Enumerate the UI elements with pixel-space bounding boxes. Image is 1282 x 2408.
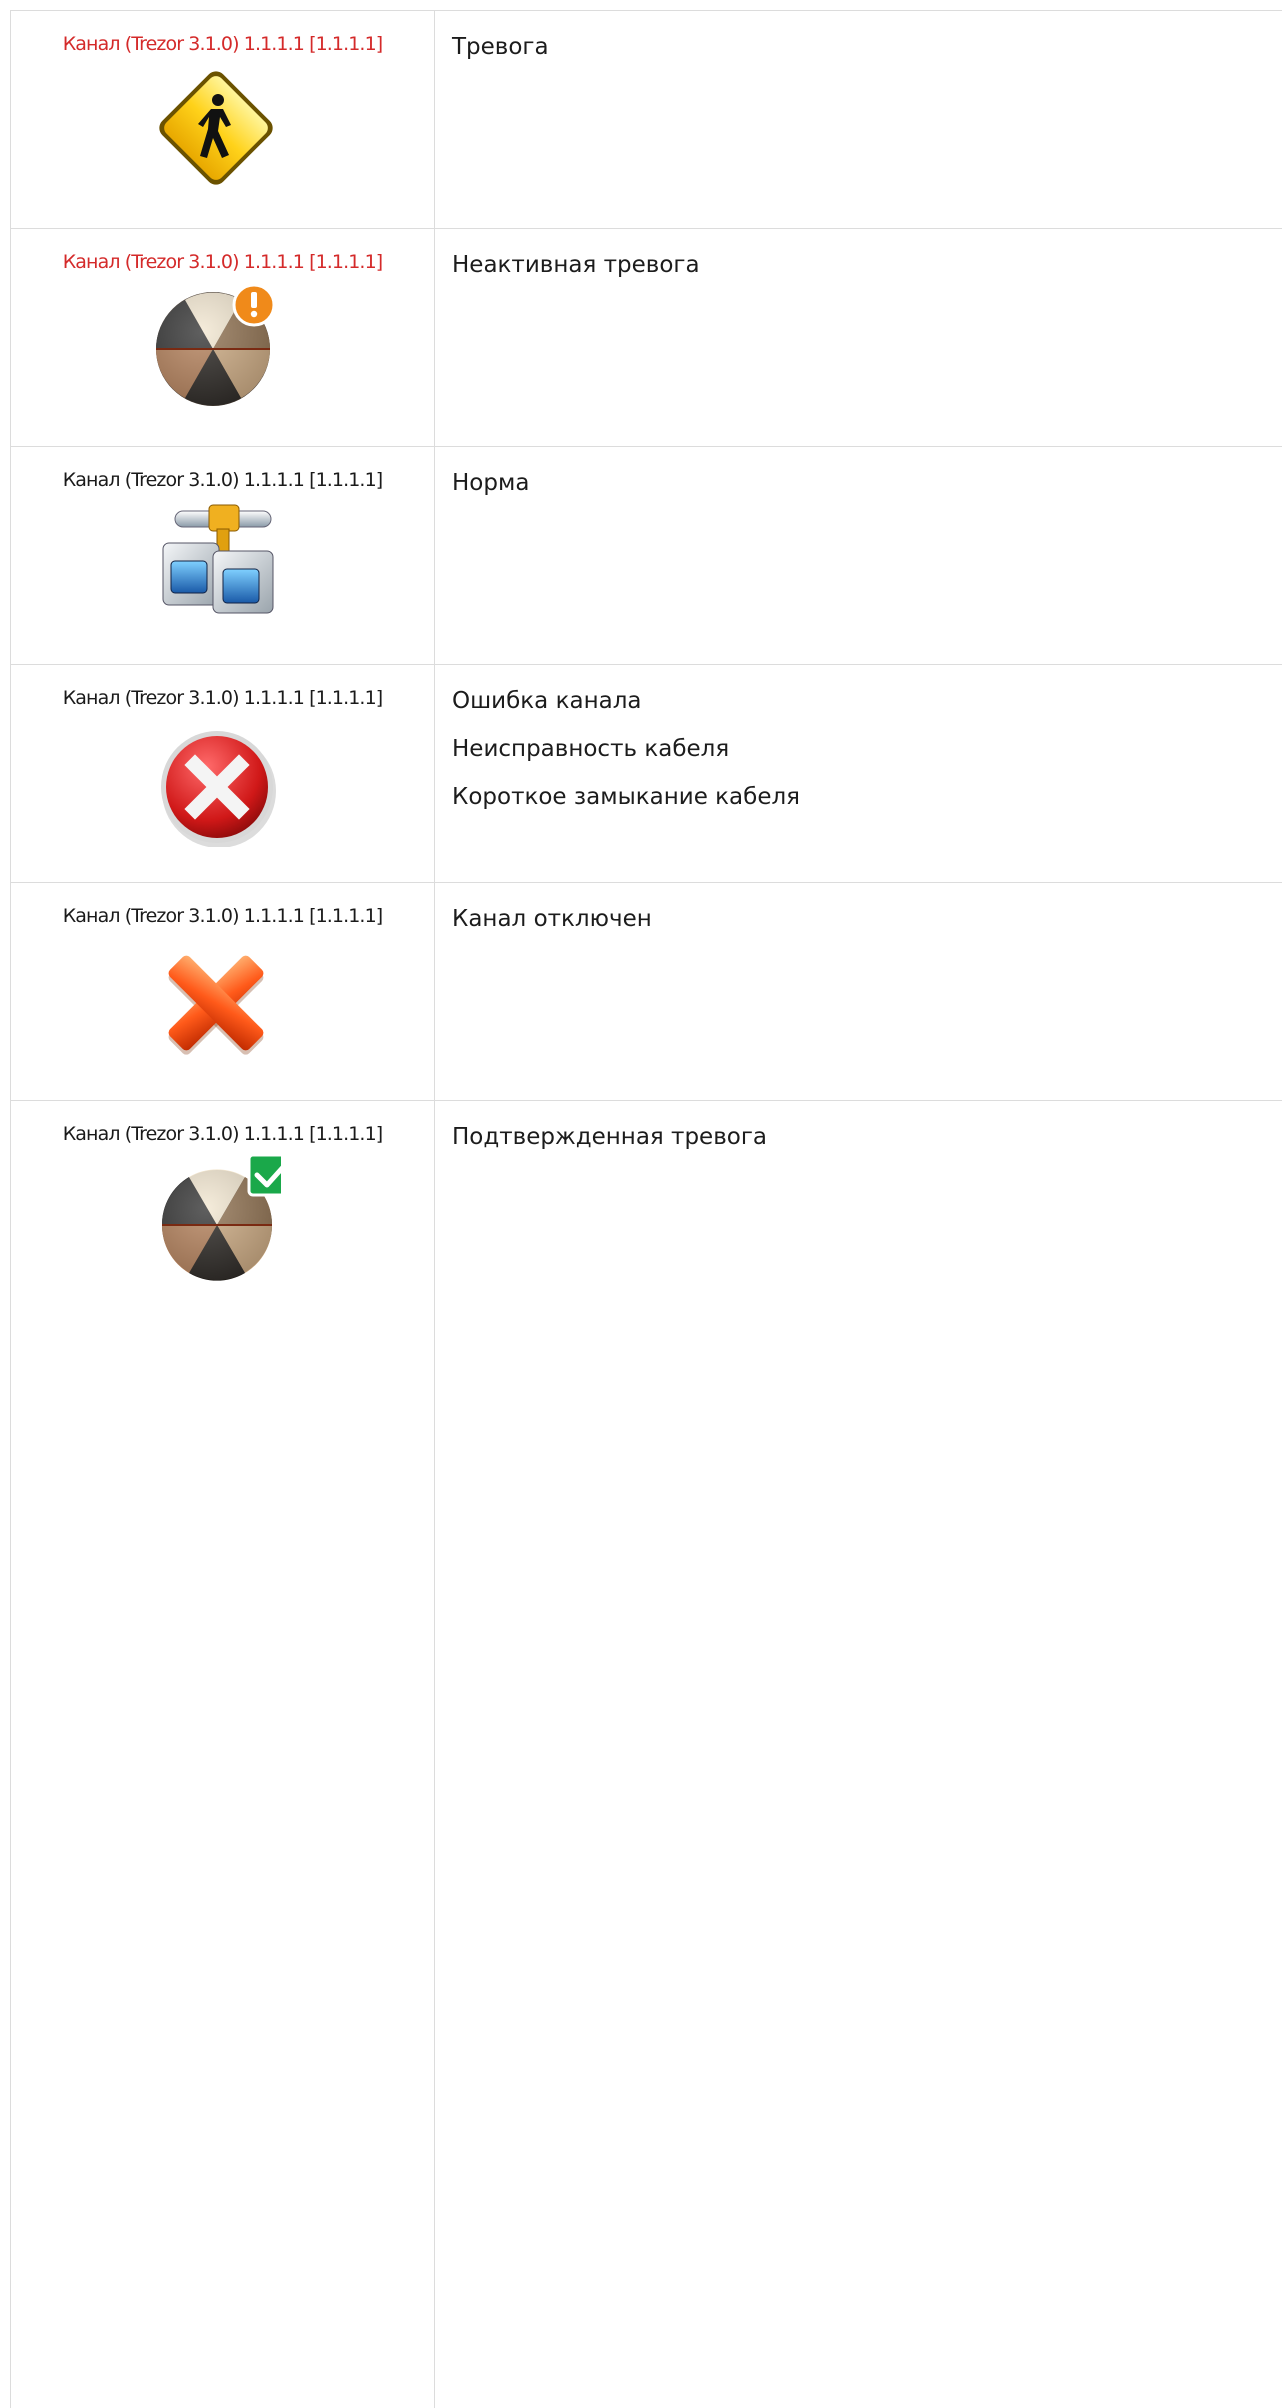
channel-label: Канал (Trezor 3.1.0) 1.1.1.1 [1.1.1.1] [62,1123,383,1145]
description-cell: Неактивная тревога [435,229,1282,446]
channel-cell: Канал (Trezor 3.1.0) 1.1.1.1 [1.1.1.1] [10,1101,435,2408]
table-row: Канал (Trezor 3.1.0) 1.1.1.1 [1.1.1.1] [10,883,1282,1101]
confirmed-alarm-icon [151,1153,281,1283]
network-channel-icon [151,499,281,629]
error-circle-icon [151,717,281,847]
state-description: Короткое замыкание кабеля [452,784,801,810]
channel-label: Канал (Trezor 3.1.0) 1.1.1.1 [1.1.1.1] [62,687,383,709]
table-row: Канал (Trezor 3.1.0) 1.1.1.1 [1.1.1.1] [10,11,1282,229]
state-description: Подтвержденная тревога [452,1124,768,1150]
channel-cell: Канал (Trezor 3.1.0) 1.1.1.1 [1.1.1.1] [10,229,435,446]
table-row: Канал (Trezor 3.1.0) 1.1.1.1 [1.1.1.1] [10,1101,1282,2408]
state-description: Норма [452,470,530,496]
table-row: Канал (Trezor 3.1.0) 1.1.1.1 [1.1.1.1] [10,229,1282,447]
description-cell: Канал отключен [435,883,1282,1100]
channel-label: Канал (Trezor 3.1.0) 1.1.1.1 [1.1.1.1] [62,905,383,927]
channel-label: Канал (Trezor 3.1.0) 1.1.1.1 [1.1.1.1] [62,469,383,491]
pedestrian-warning-icon [151,63,281,193]
description-cell: Ошибка канала Неисправность кабеля Корот… [435,665,1282,882]
description-cell: Подтвержденная тревога [435,1101,1282,2408]
channel-cell: Канал (Trezor 3.1.0) 1.1.1.1 [1.1.1.1] [10,883,435,1100]
inactive-alarm-icon [151,281,281,411]
state-description: Тревога [452,34,549,60]
description-cell: Норма [435,447,1282,664]
table-row: Канал (Trezor 3.1.0) 1.1.1.1 [1.1.1.1] [10,665,1282,883]
states-table: Канал (Trezor 3.1.0) 1.1.1.1 [1.1.1.1] Т… [10,10,1282,2408]
state-description: Ошибка канала [452,688,642,714]
disabled-cross-icon [151,935,281,1065]
channel-label: Канал (Trezor 3.1.0) 1.1.1.1 [1.1.1.1] [62,33,383,55]
channel-cell: Канал (Trezor 3.1.0) 1.1.1.1 [1.1.1.1] [10,665,435,882]
state-description: Канал отключен [452,906,652,932]
table-row: Канал (Trezor 3.1.0) 1.1.1.1 [1.1.1.1] [10,447,1282,665]
channel-cell: Канал (Trezor 3.1.0) 1.1.1.1 [1.1.1.1] [10,11,435,228]
state-description: Неисправность кабеля [452,736,730,762]
state-description: Неактивная тревога [452,252,700,278]
channel-cell: Канал (Trezor 3.1.0) 1.1.1.1 [1.1.1.1] [10,447,435,664]
description-cell: Тревога [435,11,1282,228]
channel-label: Канал (Trezor 3.1.0) 1.1.1.1 [1.1.1.1] [62,251,383,273]
